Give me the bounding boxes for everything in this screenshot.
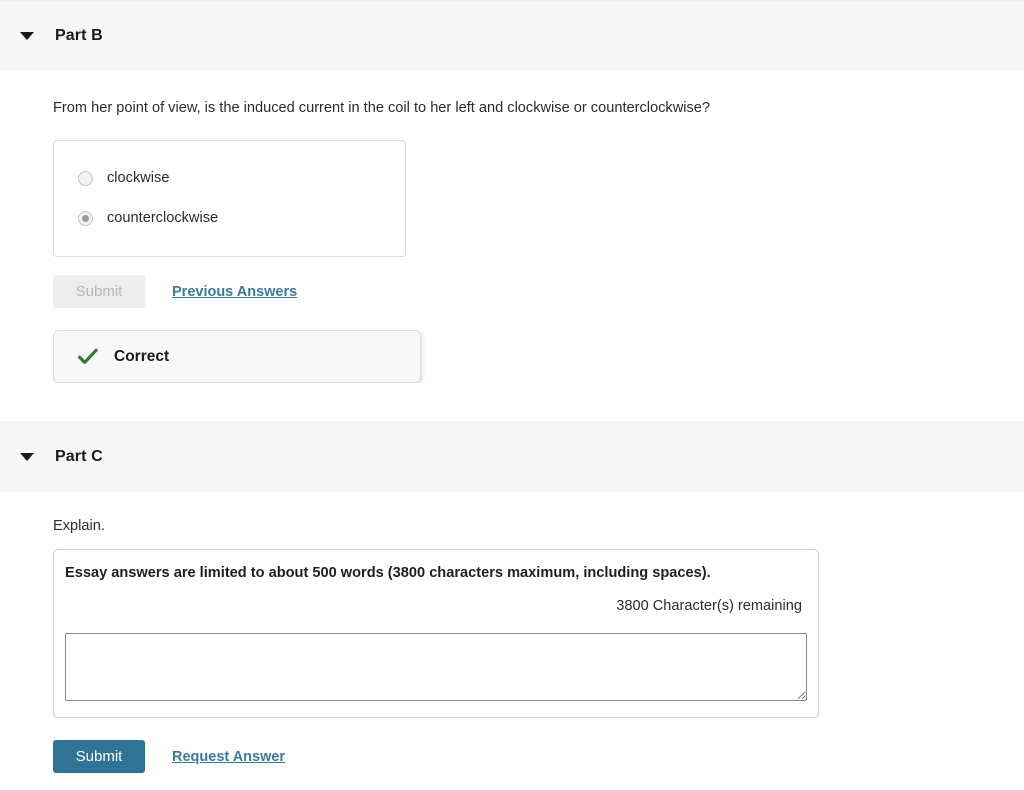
essay-answer-container: Essay answers are limited to about 500 w…: [53, 549, 819, 719]
part-b-result-label: Correct: [114, 347, 170, 365]
part-b-choices-group: clockwise counterclockwise: [53, 140, 406, 258]
part-b-actions: Submit Previous Answers: [53, 275, 1024, 309]
radio-counterclockwise[interactable]: [78, 210, 93, 226]
part-b-question-text: From her point of view, is the induced c…: [53, 100, 711, 116]
choice-label-counterclockwise: counterclockwise: [107, 210, 219, 227]
part-c-header[interactable]: Part C: [0, 421, 1024, 493]
triangle-down-icon[interactable]: [20, 453, 34, 462]
part-b-body: From her point of view, is the induced c…: [0, 71, 1024, 422]
choice-option-clockwise[interactable]: clockwise: [54, 165, 405, 191]
triangle-down-icon[interactable]: [20, 32, 34, 40]
essay-limit-notice: Essay answers are limited to about 500 w…: [65, 565, 711, 582]
essay-characters-remaining: 3800 Character(s) remaining: [616, 598, 802, 615]
part-c-title: Part C: [55, 448, 103, 466]
part-b-submit-button[interactable]: Submit: [53, 275, 145, 309]
choice-option-counterclockwise[interactable]: counterclockwise: [54, 205, 405, 231]
part-b-title: Part B: [55, 27, 103, 44]
part-c-prompt-text: Explain.: [53, 518, 105, 535]
question-page: Part B From her point of view, is the in…: [0, 0, 1024, 790]
checkmark-icon: [78, 348, 98, 364]
part-c-actions: Submit Request Answer: [53, 740, 1024, 774]
part-c-body: Explain. Essay answers are limited to ab…: [0, 492, 1024, 774]
radio-clockwise[interactable]: [78, 170, 93, 186]
section-spacer: [53, 383, 1024, 422]
part-b-header[interactable]: Part B: [0, 0, 1024, 71]
part-b-result-banner: Correct: [53, 330, 421, 384]
essay-input[interactable]: [65, 633, 807, 702]
choice-label-clockwise: clockwise: [107, 170, 170, 187]
request-answer-link[interactable]: Request Answer: [172, 749, 285, 765]
previous-answers-link[interactable]: Previous Answers: [172, 284, 297, 300]
part-c-submit-button[interactable]: Submit: [53, 740, 145, 774]
